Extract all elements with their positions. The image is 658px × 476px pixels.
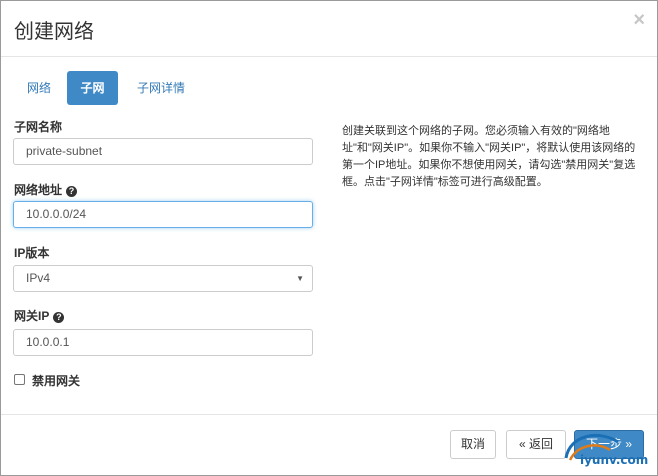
ip-version-select[interactable]: IPv4 ▼ <box>13 265 313 292</box>
ip-version-selected: IPv4 <box>26 271 51 285</box>
gateway-ip-value: 10.0.0.1 <box>26 335 70 349</box>
tab-subnet[interactable]: 子网 <box>67 71 118 105</box>
question-circle-icon: ? <box>53 312 65 323</box>
subnet-name-value: private-subnet <box>26 144 103 158</box>
gateway-ip-label-text: 网关IP <box>14 309 50 323</box>
disable-gateway-checkbox[interactable] <box>14 374 25 385</box>
tab-subnet-details[interactable]: 子网详情 <box>126 71 196 105</box>
close-icon[interactable]: × <box>633 10 645 30</box>
gateway-ip-label: 网关IP? <box>14 307 65 324</box>
network-address-label-text: 网络地址 <box>14 183 63 197</box>
cancel-button[interactable]: 取消 <box>450 430 496 459</box>
gateway-ip-input[interactable]: 10.0.0.1 <box>13 329 313 356</box>
subnet-name-input[interactable]: private-subnet <box>13 138 313 165</box>
tab-network[interactable]: 网络 <box>14 71 64 105</box>
network-address-input[interactable]: 10.0.0.0/24 <box>13 201 313 228</box>
ip-version-label: IP版本 <box>14 246 50 260</box>
network-address-value: 10.0.0.0/24 <box>26 207 87 221</box>
caret-down-icon: ▼ <box>296 274 304 283</box>
network-address-label: 网络地址? <box>14 181 78 198</box>
disable-gateway-label: 禁用网关 <box>32 374 81 388</box>
dialog-title: 创建网络 <box>14 19 94 43</box>
subnet-name-label: 子网名称 <box>14 120 63 134</box>
question-circle-icon: ? <box>66 186 78 197</box>
dialog-footer: 取消 « 返回 下一步 » <box>1 414 657 476</box>
watermark-text: iyunv.com <box>580 453 649 467</box>
back-button[interactable]: « 返回 <box>506 430 566 459</box>
create-network-dialog: 创建网络 × 网络 子网 子网详情 子网名称 private-subnet 网络… <box>0 0 658 476</box>
dialog-header: 创建网络 × <box>1 1 657 57</box>
help-description: 创建关联到这个网络的子网。您必须输入有效的"网络地址"和"网关IP"。如果你不输… <box>342 125 636 188</box>
